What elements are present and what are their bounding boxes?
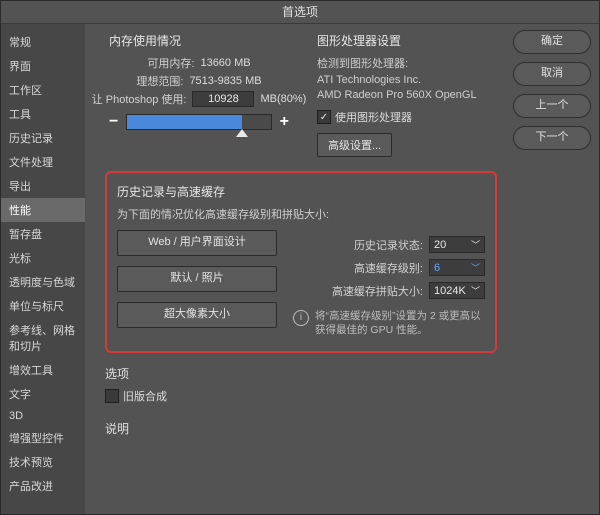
cancel-button[interactable]: 取消: [513, 62, 591, 86]
use-gpu-checkbox[interactable]: ✓ 使用图形处理器: [317, 109, 497, 125]
ideal-range-label: 理想范围:: [136, 73, 183, 89]
options-heading: 选项: [105, 365, 497, 382]
sidebar-item[interactable]: 常规: [1, 30, 85, 54]
gpu-detected-label: 检测到图形处理器:: [317, 55, 497, 71]
sidebar-item[interactable]: 工具: [1, 102, 85, 126]
ideal-range-value: 7513-9835 MB: [189, 75, 261, 87]
sidebar-item[interactable]: 增强型控件: [1, 426, 85, 450]
sidebar-item[interactable]: 产品改进: [1, 474, 85, 498]
cache-tile-label: 高速缓存拼贴大小:: [332, 283, 423, 299]
window-title: 首选项: [1, 1, 599, 24]
prev-button[interactable]: 上一个: [513, 94, 591, 118]
preferences-window: 首选项 常规界面工作区工具历史记录文件处理导出性能暂存盘光标透明度与色域单位与标…: [0, 0, 600, 515]
category-sidebar: 常规界面工作区工具历史记录文件处理导出性能暂存盘光标透明度与色域单位与标尺参考线…: [1, 24, 85, 515]
description-heading: 说明: [105, 420, 497, 437]
sidebar-item[interactable]: 性能: [1, 198, 85, 222]
gpu-heading: 图形处理器设置: [317, 32, 497, 49]
gpu-model: AMD Radeon Pro 560X OpenGL: [317, 89, 497, 101]
memory-heading: 内存使用情况: [109, 32, 289, 49]
sidebar-item[interactable]: 文字: [1, 382, 85, 406]
preset-default-button[interactable]: 默认 / 照片: [117, 266, 277, 292]
history-states-label: 历史记录状态:: [354, 237, 423, 253]
memory-decrease-button[interactable]: −: [109, 113, 118, 131]
cache-levels-value: 6: [434, 262, 440, 274]
gpu-section: 图形处理器设置 检测到图形处理器: ATI Technologies Inc. …: [317, 30, 497, 157]
sidebar-item[interactable]: 导出: [1, 174, 85, 198]
history-states-dropdown[interactable]: 20 ﹀: [429, 236, 485, 253]
sidebar-item[interactable]: 文件处理: [1, 150, 85, 174]
use-gpu-label: 使用图形处理器: [335, 109, 412, 125]
sidebar-item[interactable]: 透明度与色域: [1, 270, 85, 294]
chevron-down-icon: ﹀: [471, 238, 480, 251]
memory-increase-button[interactable]: +: [280, 113, 289, 131]
legacy-compositing-label: 旧版合成: [123, 388, 167, 404]
optimize-label: 为下面的情况优化高速缓存级别和拼贴大小:: [117, 206, 485, 222]
preset-huge-pixels-button[interactable]: 超大像素大小: [117, 302, 277, 328]
gpu-hint-text: 将“高速缓存级别”设置为 2 或更高以获得最佳的 GPU 性能。: [315, 309, 485, 337]
checkmark-icon: ✓: [317, 110, 331, 124]
sidebar-item[interactable]: 单位与标尺: [1, 294, 85, 318]
sidebar-item[interactable]: 暂存盘: [1, 222, 85, 246]
sidebar-item[interactable]: 历史记录: [1, 126, 85, 150]
legacy-compositing-checkbox[interactable]: 旧版合成: [105, 388, 497, 404]
let-ps-use-label: 让 Photoshop 使用:: [92, 91, 187, 107]
sidebar-item[interactable]: 技术预览: [1, 450, 85, 474]
info-icon: i: [293, 310, 309, 326]
ok-button[interactable]: 确定: [513, 30, 591, 54]
sidebar-item[interactable]: 增效工具: [1, 358, 85, 382]
cache-levels-dropdown[interactable]: 6 ﹀: [429, 259, 485, 276]
memory-slider-thumb[interactable]: [236, 129, 248, 137]
memory-slider-fill: [127, 115, 242, 129]
memory-section: 内存使用情况 可用内存: 13660 MB 理想范围: 7513-9835 MB…: [105, 30, 293, 157]
ps-memory-input[interactable]: 10928: [192, 91, 254, 107]
history-cache-heading: 历史记录与高速缓存: [117, 183, 485, 200]
sidebar-item[interactable]: 光标: [1, 246, 85, 270]
ps-memory-unit: MB(80%): [260, 93, 306, 105]
sidebar-item[interactable]: 参考线、网格和切片: [1, 318, 85, 358]
preset-web-button[interactable]: Web / 用户界面设计: [117, 230, 277, 256]
available-ram-label: 可用内存:: [147, 55, 194, 71]
sidebar-item[interactable]: 工作区: [1, 78, 85, 102]
history-cache-highlight: 历史记录与高速缓存 为下面的情况优化高速缓存级别和拼贴大小: Web / 用户界…: [105, 171, 497, 353]
sidebar-item[interactable]: 3D: [1, 406, 85, 426]
dialog-buttons: 确定 取消 上一个 下一个: [505, 24, 599, 515]
gpu-vendor: ATI Technologies Inc.: [317, 74, 497, 86]
memory-slider[interactable]: [126, 114, 271, 130]
chevron-down-icon: ﹀: [471, 261, 480, 274]
history-states-value: 20: [434, 239, 446, 251]
next-button[interactable]: 下一个: [513, 126, 591, 150]
available-ram-value: 13660 MB: [200, 57, 250, 69]
chevron-down-icon: ﹀: [471, 284, 480, 297]
gpu-advanced-button[interactable]: 高级设置...: [317, 133, 392, 157]
checkbox-box-icon: [105, 389, 119, 403]
cache-tile-dropdown[interactable]: 1024K ﹀: [429, 282, 485, 299]
cache-levels-label: 高速缓存级别:: [354, 260, 423, 276]
cache-tile-value: 1024K: [434, 285, 466, 297]
sidebar-item[interactable]: 界面: [1, 54, 85, 78]
